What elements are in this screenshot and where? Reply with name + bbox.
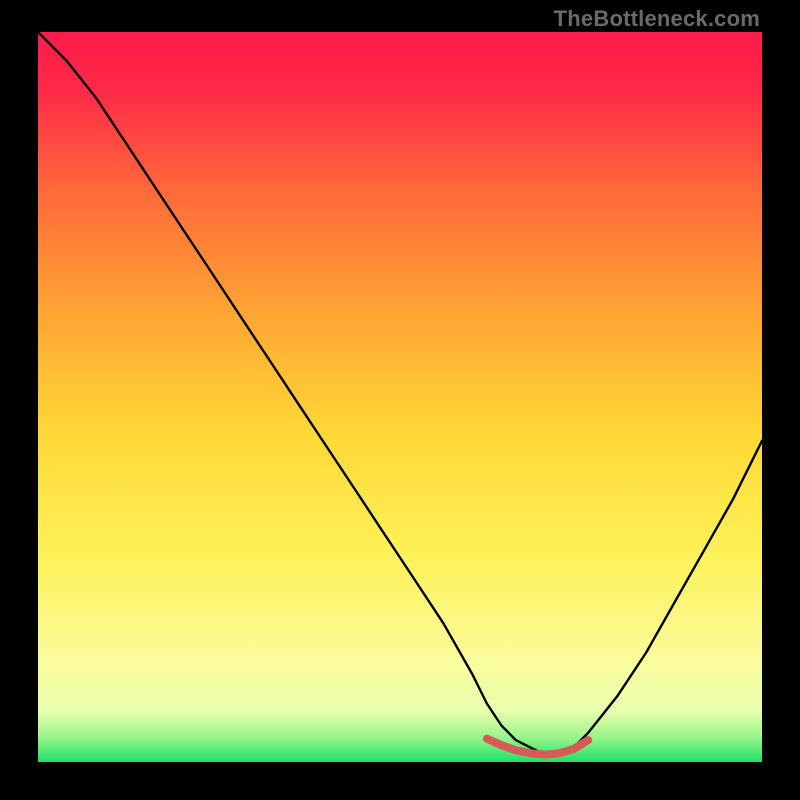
bottleneck-chart bbox=[38, 32, 762, 762]
gradient-background bbox=[38, 32, 762, 762]
source-watermark: TheBottleneck.com bbox=[554, 6, 760, 32]
chart-frame: TheBottleneck.com bbox=[0, 0, 800, 800]
